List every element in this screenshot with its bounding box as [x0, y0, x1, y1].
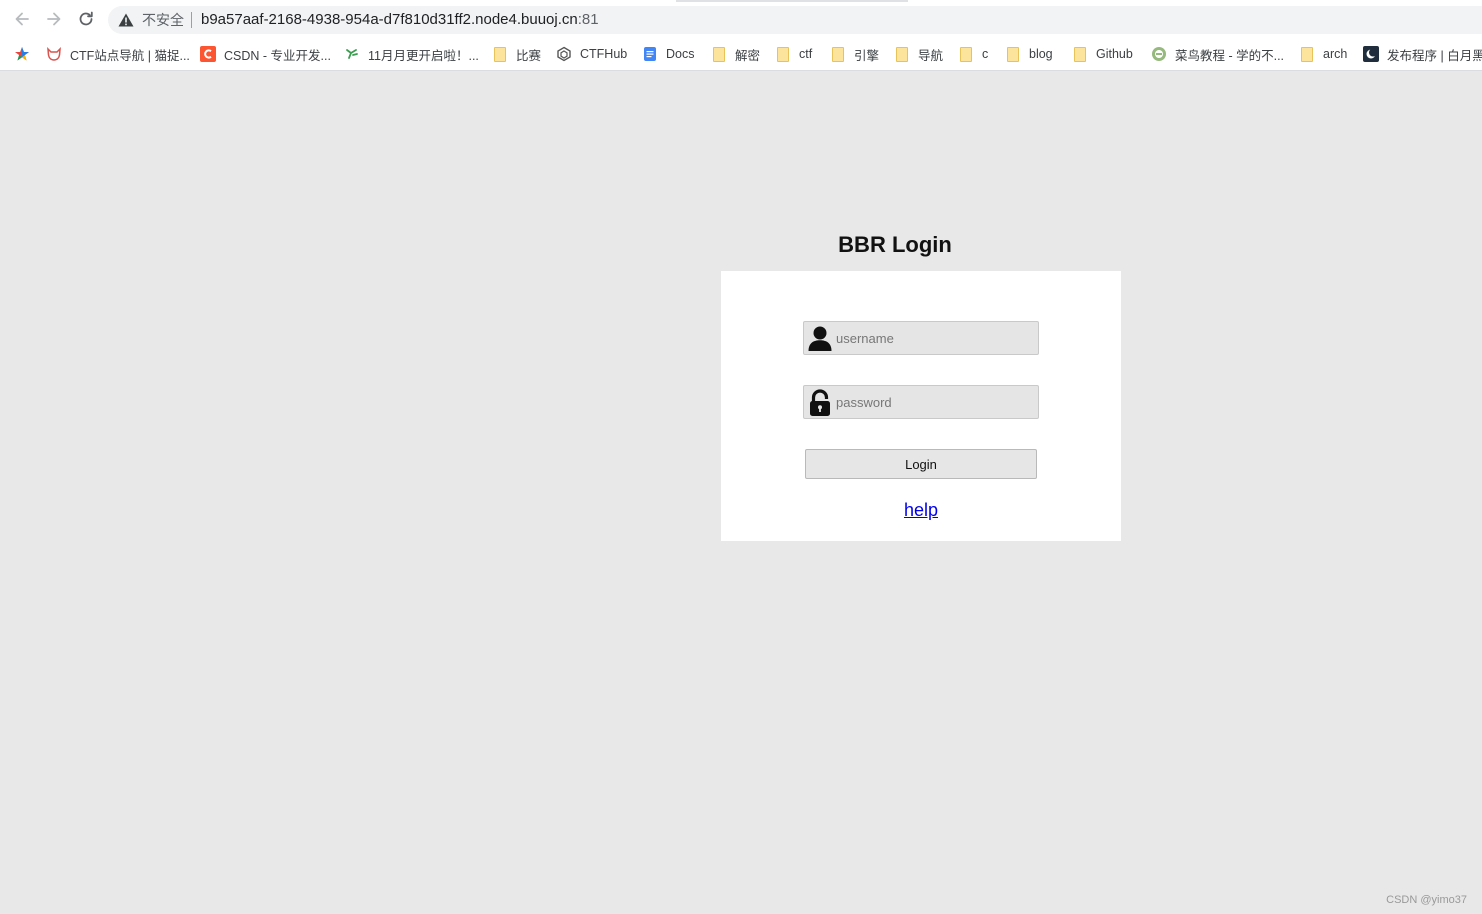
bookmarks-bar: CTF站点导航 | 猫捉... CSDN - 专业开发... 11月月更开启啦！… [0, 38, 1482, 71]
bookmark-folder-engine[interactable]: 引擎 [832, 44, 879, 64]
bookmark-label: Docs [666, 47, 695, 61]
bookmark-docs[interactable]: Docs [642, 44, 694, 64]
username-input[interactable] [836, 322, 1032, 354]
folder-icon [1007, 46, 1019, 62]
folder-icon [713, 46, 725, 62]
docs-icon [644, 47, 656, 61]
bookmark-folder-ctf[interactable]: ctf [777, 44, 812, 64]
back-button[interactable] [10, 7, 34, 31]
colorful-star-icon [15, 47, 29, 61]
bookmark-label: 发布程序 | 白月黑 [1387, 48, 1482, 63]
cat-icon [47, 47, 61, 61]
address-bar[interactable]: 不安全 b9a57aaf-2168-4938-954a-d7f810d31ff2… [108, 6, 1482, 34]
moon-icon [1363, 46, 1379, 62]
forward-arrow-icon [47, 12, 61, 26]
bookmark-ctfhub[interactable]: CTFHub [556, 44, 627, 64]
bookmark-label: 比赛 [516, 48, 542, 63]
bookmark-label: ctf [799, 47, 813, 61]
bookmark-label: arch [1323, 47, 1348, 61]
folder-icon [494, 46, 506, 62]
password-field[interactable] [803, 385, 1039, 419]
bookmark-label: blog [1029, 47, 1053, 61]
user-icon [808, 326, 832, 351]
forward-button[interactable] [42, 7, 66, 31]
reload-icon [79, 11, 93, 26]
folder-icon [896, 46, 908, 62]
bookmark-folder-decrypt[interactable]: 解密 [713, 44, 760, 64]
lock-icon [810, 389, 830, 416]
bookmark-folder-nav[interactable]: 导航 [896, 44, 943, 64]
bookmark-release[interactable]: 发布程序 | 白月黑 [1363, 44, 1482, 64]
csdn-icon [200, 46, 216, 62]
bookmark-folder-c[interactable]: c [960, 44, 988, 64]
back-arrow-icon [15, 12, 29, 26]
tab-strip-edge [676, 0, 908, 2]
url-text[interactable]: b9a57aaf-2168-4938-954a-d7f810d31ff2.nod… [201, 10, 599, 30]
browser-toolbar: 不安全 b9a57aaf-2168-4938-954a-d7f810d31ff2… [0, 0, 1482, 38]
folder-icon [1301, 46, 1313, 62]
bookmark-runoob[interactable]: 菜鸟教程 - 学的不... [1151, 44, 1284, 64]
login-button[interactable]: Login [805, 449, 1037, 479]
bookmark-label: 解密 [735, 48, 761, 63]
bookmark-label: 导航 [918, 48, 944, 63]
login-form: Login help [721, 271, 1121, 541]
reload-button[interactable] [74, 7, 98, 31]
bookmark-label: Github [1096, 47, 1133, 61]
bookmark-label: CTFHub [580, 47, 628, 61]
folder-icon [777, 46, 789, 62]
username-field[interactable] [803, 321, 1039, 355]
bookmark-label: 引擎 [854, 48, 880, 63]
ctfhub-icon [557, 46, 571, 62]
bookmark-folder-blog[interactable]: blog [1007, 44, 1053, 64]
folder-icon [960, 46, 972, 62]
url-host: b9a57aaf-2168-4938-954a-d7f810d31ff2.nod… [201, 11, 578, 28]
bookmark-label: c [982, 47, 989, 61]
folder-icon [1074, 46, 1086, 62]
bookmark-label: CTF站点导航 | 猫捉... [70, 48, 190, 63]
bookmark-event[interactable]: 11月月更开启啦！... [344, 44, 479, 64]
insecure-label[interactable]: 不安全 [142, 11, 184, 29]
omnibox-divider [191, 12, 192, 28]
runoob-icon [1152, 47, 1166, 61]
green-leaf-icon [346, 49, 358, 59]
bookmark-label: 菜鸟教程 - 学的不... [1175, 48, 1285, 63]
bookmark-folder-arch[interactable]: arch [1301, 44, 1347, 64]
page-title: BBR Login [838, 232, 952, 257]
bookmark-ctf-nav[interactable]: CTF站点导航 | 猫捉... [46, 44, 190, 64]
bookmark-folder-contest[interactable]: 比赛 [494, 44, 541, 64]
password-input[interactable] [836, 386, 1032, 418]
bookmark-apps[interactable] [14, 44, 38, 64]
warning-triangle-icon[interactable] [118, 13, 134, 27]
folder-icon [832, 46, 844, 62]
help-link[interactable]: help [871, 500, 971, 521]
watermark: CSDN @yimo37 [1386, 894, 1467, 906]
bookmark-folder-github[interactable]: Github [1074, 44, 1133, 64]
bookmark-label: CSDN - 专业开发... [224, 48, 331, 63]
url-port: :81 [577, 11, 599, 28]
bookmark-label: 11月月更开启啦！... [368, 48, 479, 63]
bookmark-csdn[interactable]: CSDN - 专业开发... [200, 44, 331, 64]
